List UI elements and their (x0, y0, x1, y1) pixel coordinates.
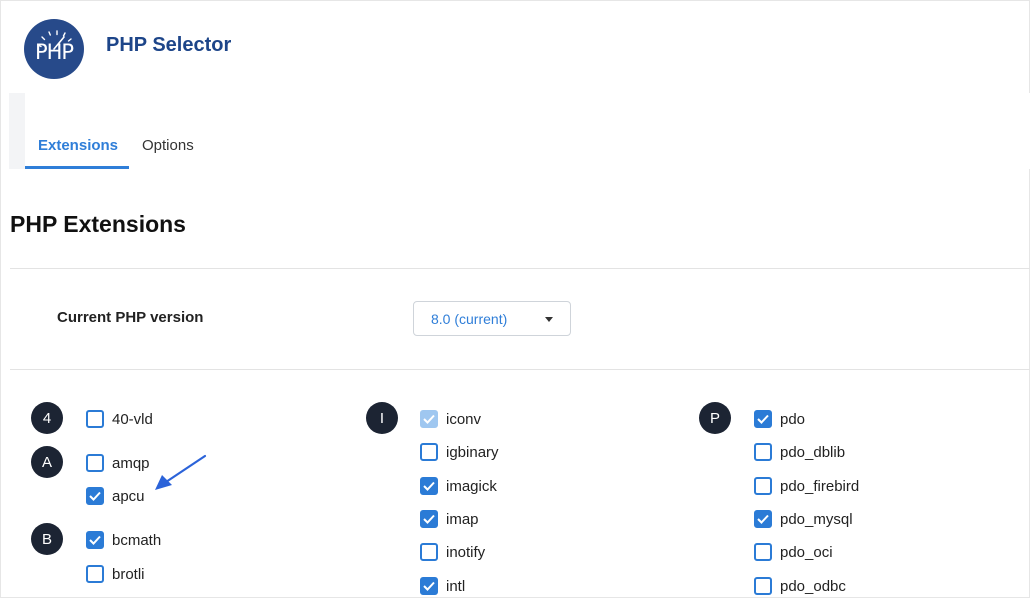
extension-checkbox[interactable] (420, 410, 438, 428)
group-badge-b: B (31, 523, 63, 555)
tab-bar-edge (9, 93, 25, 169)
extension-checkbox[interactable] (420, 510, 438, 528)
extension-item[interactable]: brotli (86, 563, 145, 585)
php-version-select[interactable]: 8.0 (current) (413, 301, 571, 336)
extension-checkbox[interactable] (420, 477, 438, 495)
extension-label: igbinary (446, 443, 499, 461)
extension-item[interactable]: inotify (420, 541, 485, 563)
php-version-value: 8.0 (current) (431, 311, 508, 327)
extension-checkbox[interactable] (754, 410, 772, 428)
annotation-arrow-icon (155, 454, 207, 490)
php-logo: PHP (24, 19, 84, 79)
chevron-down-icon (545, 317, 553, 322)
extension-checkbox[interactable] (420, 443, 438, 461)
extension-label: 40-vld (112, 410, 153, 428)
extension-label: iconv (446, 410, 482, 428)
extension-item[interactable]: apcu (86, 485, 145, 507)
extension-label: intl (446, 577, 466, 595)
extension-checkbox[interactable] (754, 443, 772, 461)
group-badge-i: I (366, 402, 398, 434)
extension-item[interactable]: pdo_oci (754, 541, 833, 563)
extension-label: apcu (112, 487, 145, 505)
extension-label: pdo_mysql (780, 510, 853, 528)
extension-item[interactable]: pdo (754, 408, 805, 430)
extension-item[interactable]: iconv (420, 408, 481, 430)
extension-label: pdo_oci (780, 543, 833, 561)
tab-bar (9, 93, 1030, 169)
extension-item[interactable]: pdo_dblib (754, 441, 845, 463)
extension-checkbox[interactable] (86, 410, 104, 428)
extension-label: pdo (780, 410, 806, 428)
app-frame (0, 0, 1030, 598)
group-badge-p: P (699, 402, 731, 434)
extension-label: pdo_odbc (780, 577, 846, 595)
php-version-label: Current PHP version (57, 309, 204, 326)
extension-checkbox[interactable] (754, 477, 772, 495)
tab-extensions[interactable]: Extensions (38, 137, 118, 154)
extension-item[interactable]: imap (420, 508, 479, 530)
extension-checkbox[interactable] (86, 531, 104, 549)
divider (10, 369, 1030, 370)
section-title: PHP Extensions (10, 211, 186, 237)
active-tab-indicator (25, 166, 129, 169)
extension-item[interactable]: imagick (420, 475, 497, 497)
extension-item[interactable]: igbinary (420, 441, 499, 463)
extension-item[interactable]: 40-vld (86, 408, 153, 430)
extension-checkbox[interactable] (754, 510, 772, 528)
extension-item[interactable]: pdo_mysql (754, 508, 853, 530)
extension-label: amqp (112, 454, 150, 472)
extension-label: pdo_dblib (780, 443, 846, 461)
extension-label: inotify (446, 543, 486, 561)
extension-item[interactable]: pdo_odbc (754, 575, 846, 597)
extension-label: pdo_firebird (780, 477, 860, 495)
extension-label: brotli (112, 565, 145, 583)
extension-checkbox[interactable] (86, 565, 104, 583)
extension-item[interactable]: intl (420, 575, 465, 597)
group-badge-a: A (31, 446, 63, 478)
extension-checkbox[interactable] (420, 543, 438, 561)
logo-gauge-ticks-icon (37, 30, 72, 50)
extension-item[interactable]: bcmath (86, 529, 161, 551)
extension-label: imap (446, 510, 479, 528)
extension-checkbox[interactable] (86, 454, 104, 472)
divider (10, 268, 1030, 269)
page-title: PHP Selector (106, 34, 232, 56)
extension-label: imagick (446, 477, 497, 495)
extension-checkbox[interactable] (86, 487, 104, 505)
extension-checkbox[interactable] (754, 543, 772, 561)
extension-checkbox[interactable] (420, 577, 438, 595)
extension-item[interactable]: amqp (86, 452, 150, 474)
tab-options[interactable]: Options (142, 137, 194, 154)
extension-checkbox[interactable] (754, 577, 772, 595)
extension-label: bcmath (112, 531, 162, 549)
group-badge-4: 4 (31, 402, 63, 434)
extension-item[interactable]: pdo_firebird (754, 475, 859, 497)
